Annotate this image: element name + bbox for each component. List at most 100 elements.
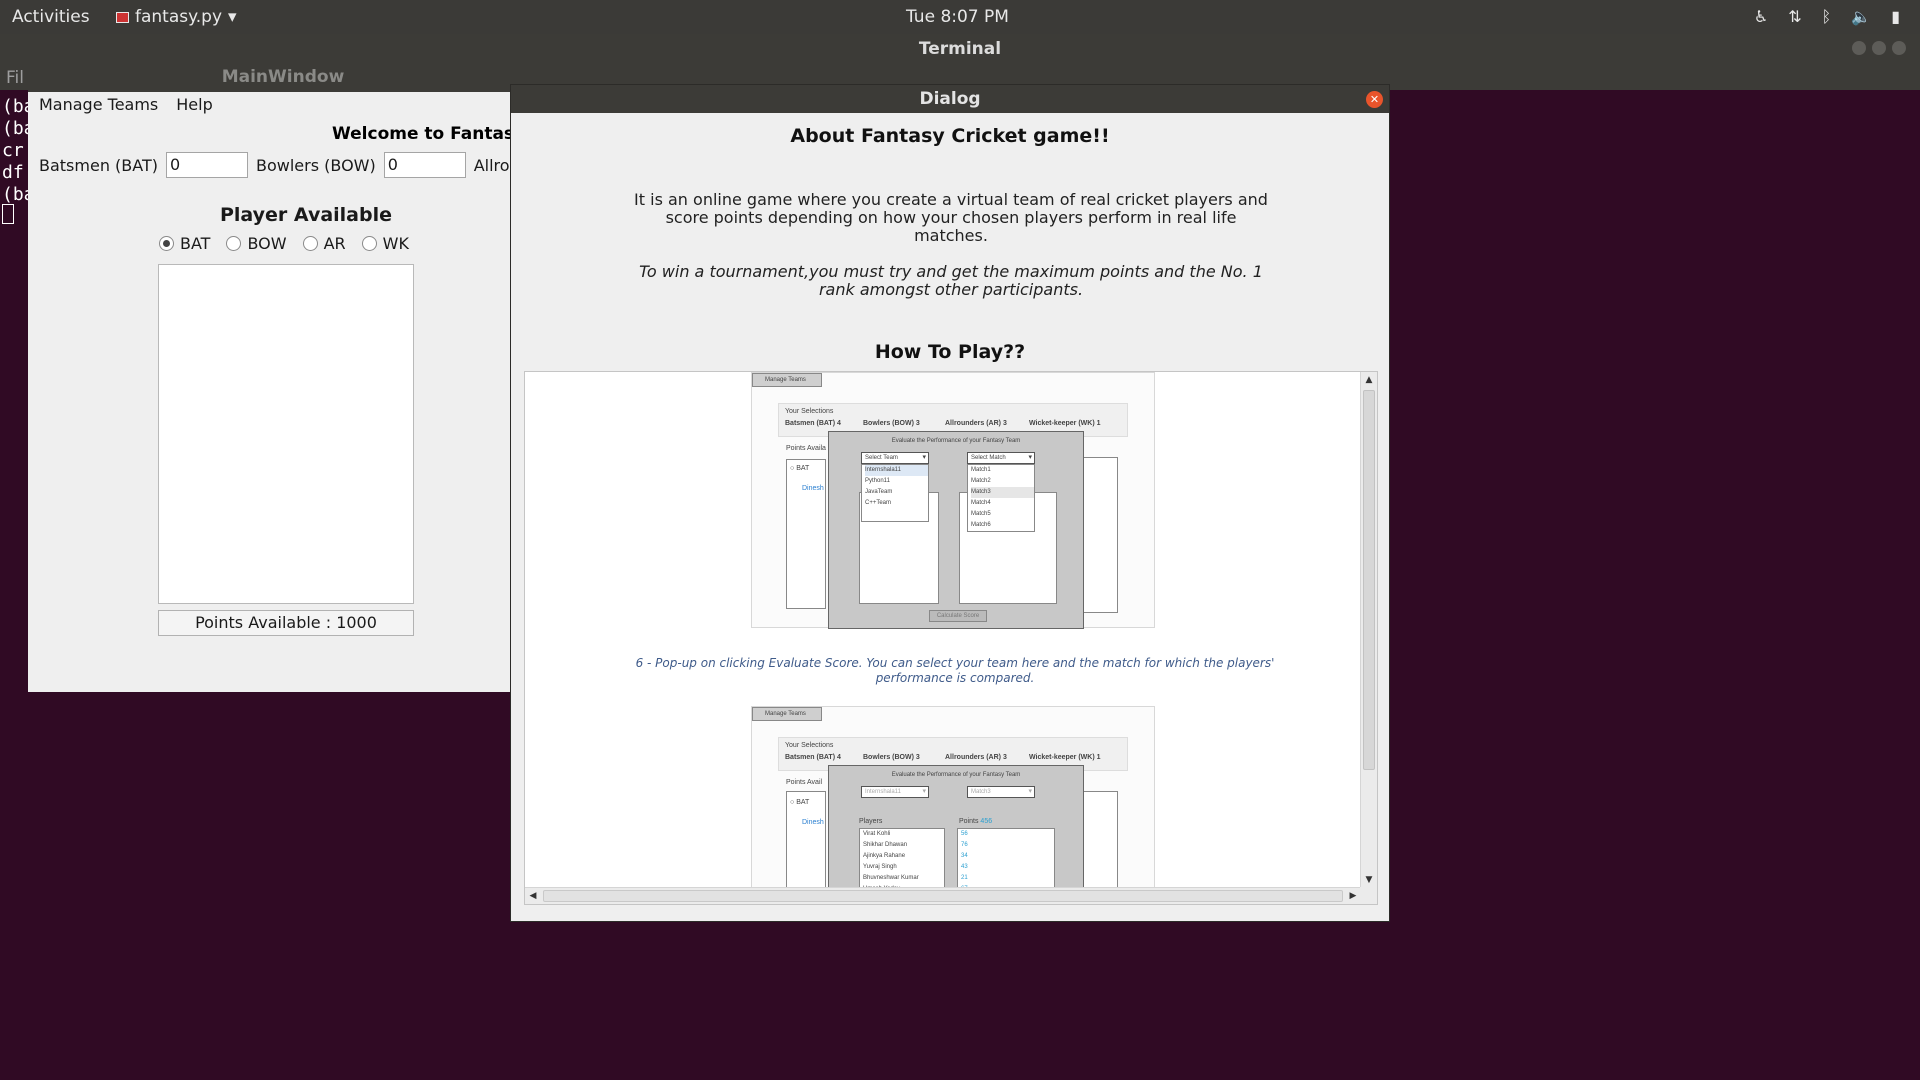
vertical-scrollbar[interactable]: ▲ ▼ bbox=[1360, 372, 1377, 888]
mock-list bbox=[786, 459, 826, 609]
radio-bow[interactable]: BOW bbox=[226, 234, 287, 253]
mock-evaluate-popup: Evaluate the Performance of your Fantasy… bbox=[828, 431, 1084, 629]
scroll-left-icon[interactable]: ◀ bbox=[525, 888, 541, 904]
mock-match-option: Match3 bbox=[971, 487, 1034, 498]
close-icon[interactable]: ✕ bbox=[1366, 91, 1383, 108]
main-window-title: MainWindow bbox=[221, 67, 345, 87]
top-panel: Activities fantasy.py ▾ Tue 8:07 PM ♿ ⇅ … bbox=[0, 0, 1920, 34]
radio-label: BOW bbox=[247, 234, 287, 253]
mock-match-option: Match6 bbox=[971, 522, 991, 528]
mock-point: 43 bbox=[961, 864, 968, 870]
app-icon bbox=[116, 11, 129, 23]
main-window-titlebar[interactable]: MainWindow bbox=[28, 64, 518, 92]
welcome-heading: Welcome to Fantasy bbox=[332, 124, 526, 144]
dialog-title: Dialog bbox=[919, 89, 981, 109]
scroll-up-icon[interactable]: ▲ bbox=[1361, 372, 1377, 388]
horizontal-scrollbar[interactable]: ◀ ▶ bbox=[525, 887, 1361, 904]
maximize-icon[interactable] bbox=[1872, 41, 1886, 55]
player-available-heading: Player Available bbox=[219, 204, 392, 226]
radio-dot[interactable] bbox=[226, 236, 242, 251]
bluetooth-icon[interactable]: ᛒ bbox=[1822, 7, 1832, 26]
player-list[interactable] bbox=[158, 264, 414, 604]
mock-points-col-label: Points 456 bbox=[959, 818, 992, 825]
dialog-titlebar[interactable]: Dialog ✕ bbox=[511, 85, 1389, 113]
mock-manage-teams-tab: Manage Teams bbox=[752, 373, 822, 387]
mock-bat: Batsmen (BAT) 4 bbox=[785, 420, 841, 427]
mock-match-option: Match2 bbox=[971, 478, 991, 484]
chevron-down-icon: ▾ bbox=[228, 7, 237, 27]
instructions-scroll-area[interactable]: Manage Teams Your Selections Batsmen (BA… bbox=[524, 371, 1378, 905]
figure-caption: 6 - Pop-up on clicking Evaluate Score. Y… bbox=[635, 656, 1275, 685]
mock-bow: Bowlers (BOW) 3 bbox=[863, 420, 920, 427]
mock-calculate-score: Calculate Score bbox=[929, 610, 987, 622]
clock[interactable]: Tue 8:07 PM bbox=[906, 7, 1009, 27]
system-indicators[interactable]: ♿ ⇅ ᛒ 🔈 ▮ bbox=[1754, 7, 1900, 26]
mock-bow: Bowlers (BOW) 3 bbox=[863, 754, 920, 761]
mock-team-combo: Internshala11 bbox=[861, 786, 929, 798]
mock-popup-title: Evaluate the Performance of your Fantasy… bbox=[891, 772, 1021, 778]
accessibility-icon[interactable]: ♿ bbox=[1754, 7, 1768, 26]
vertical-scroll-thumb[interactable] bbox=[1363, 390, 1375, 770]
mock-team-option: Internshala11 bbox=[865, 465, 928, 476]
selection-counts: Batsmen (BAT) 0 Bowlers (BOW) 0 Allroun bbox=[39, 152, 530, 178]
mock-match-option: Match1 bbox=[971, 467, 991, 473]
scroll-corner bbox=[1360, 887, 1377, 904]
bat-count-field[interactable]: 0 bbox=[165, 152, 248, 178]
mock-player: Ajinkya Rahane bbox=[863, 853, 906, 859]
mock-manage-teams-tab: Manage Teams bbox=[752, 707, 822, 721]
mock-wk: Wicket-keeper (WK) 1 bbox=[1029, 420, 1101, 427]
radio-bat[interactable]: BAT bbox=[159, 234, 210, 253]
mock-match-dropdown: Match1 Match2 Match3 Match4 Match5 Match… bbox=[967, 464, 1035, 532]
dialog-heading: About Fantasy Cricket game!! bbox=[790, 125, 1110, 147]
minimize-icon[interactable] bbox=[1852, 41, 1866, 55]
activities-button[interactable]: Activities bbox=[12, 7, 90, 27]
radio-wk[interactable]: WK bbox=[361, 234, 409, 253]
mock-radio-bat: ○ BAT bbox=[790, 799, 810, 806]
mock-radio-bat: ○ BAT bbox=[790, 465, 810, 472]
mock-team-option: C++Team bbox=[865, 500, 892, 506]
bow-label: Bowlers (BOW) bbox=[255, 155, 376, 175]
mock-point: 76 bbox=[961, 842, 968, 848]
mock-right-list bbox=[1082, 457, 1118, 613]
mock-select-team: Select Team bbox=[861, 452, 929, 464]
dialog-description: It is an online game where you create a … bbox=[634, 190, 1268, 245]
radio-ar[interactable]: AR bbox=[302, 234, 346, 253]
radio-dot[interactable] bbox=[302, 236, 318, 251]
scroll-right-icon[interactable]: ▶ bbox=[1345, 888, 1361, 904]
main-window: MainWindow Manage Teams Help Welcome to … bbox=[28, 64, 530, 692]
close-icon[interactable] bbox=[1892, 41, 1906, 55]
how-to-play-heading: How To Play?? bbox=[874, 341, 1026, 363]
mock-points-label: Points Avail bbox=[786, 779, 823, 786]
bow-count-field[interactable]: 0 bbox=[383, 152, 466, 178]
horizontal-scroll-thumb[interactable] bbox=[543, 890, 1343, 902]
menu-help[interactable]: Help bbox=[176, 92, 212, 118]
mock-player: Shikhar Dhawan bbox=[863, 842, 908, 848]
mock-match-combo: Match3 bbox=[967, 786, 1035, 798]
mock-wk: Wicket-keeper (WK) 1 bbox=[1029, 754, 1101, 761]
terminal-window-controls[interactable] bbox=[1852, 41, 1906, 55]
scroll-down-icon[interactable]: ▼ bbox=[1361, 872, 1377, 888]
terminal-title: Terminal bbox=[918, 39, 1002, 59]
mock-player: Bhuvneshwar Kumar bbox=[863, 875, 919, 881]
mock-team-option: JavaTeam bbox=[865, 489, 893, 495]
mock-point: 56 bbox=[961, 831, 968, 837]
volume-icon[interactable]: 🔈 bbox=[1851, 7, 1871, 26]
mock-match-option: Match5 bbox=[971, 511, 991, 517]
mock-points-label: Points Availa bbox=[786, 445, 826, 452]
terminal-cursor bbox=[2, 204, 14, 224]
network-icon[interactable]: ⇅ bbox=[1788, 7, 1801, 26]
terminal-menu-file[interactable]: Fil bbox=[6, 68, 24, 88]
mock-radio-label: BAT bbox=[796, 799, 810, 806]
mock-point: 34 bbox=[961, 853, 968, 859]
menu-manage-teams[interactable]: Manage Teams bbox=[39, 92, 158, 118]
screenshot-evaluate-result: Manage Teams Your Selections Batsmen (BA… bbox=[751, 706, 1155, 904]
battery-icon[interactable]: ▮ bbox=[1891, 7, 1900, 26]
radio-dot[interactable] bbox=[159, 236, 174, 251]
radio-label: BAT bbox=[180, 234, 211, 253]
mock-dinesh: Dinesh bbox=[802, 819, 824, 826]
app-menu[interactable]: fantasy.py ▾ bbox=[116, 7, 237, 27]
points-available-button[interactable]: Points Available : 1000 bbox=[158, 610, 414, 636]
radio-dot[interactable] bbox=[361, 236, 377, 251]
mock-select-match: Select Match bbox=[967, 452, 1035, 464]
role-radio-group: BAT BOW AR WK bbox=[159, 234, 409, 253]
